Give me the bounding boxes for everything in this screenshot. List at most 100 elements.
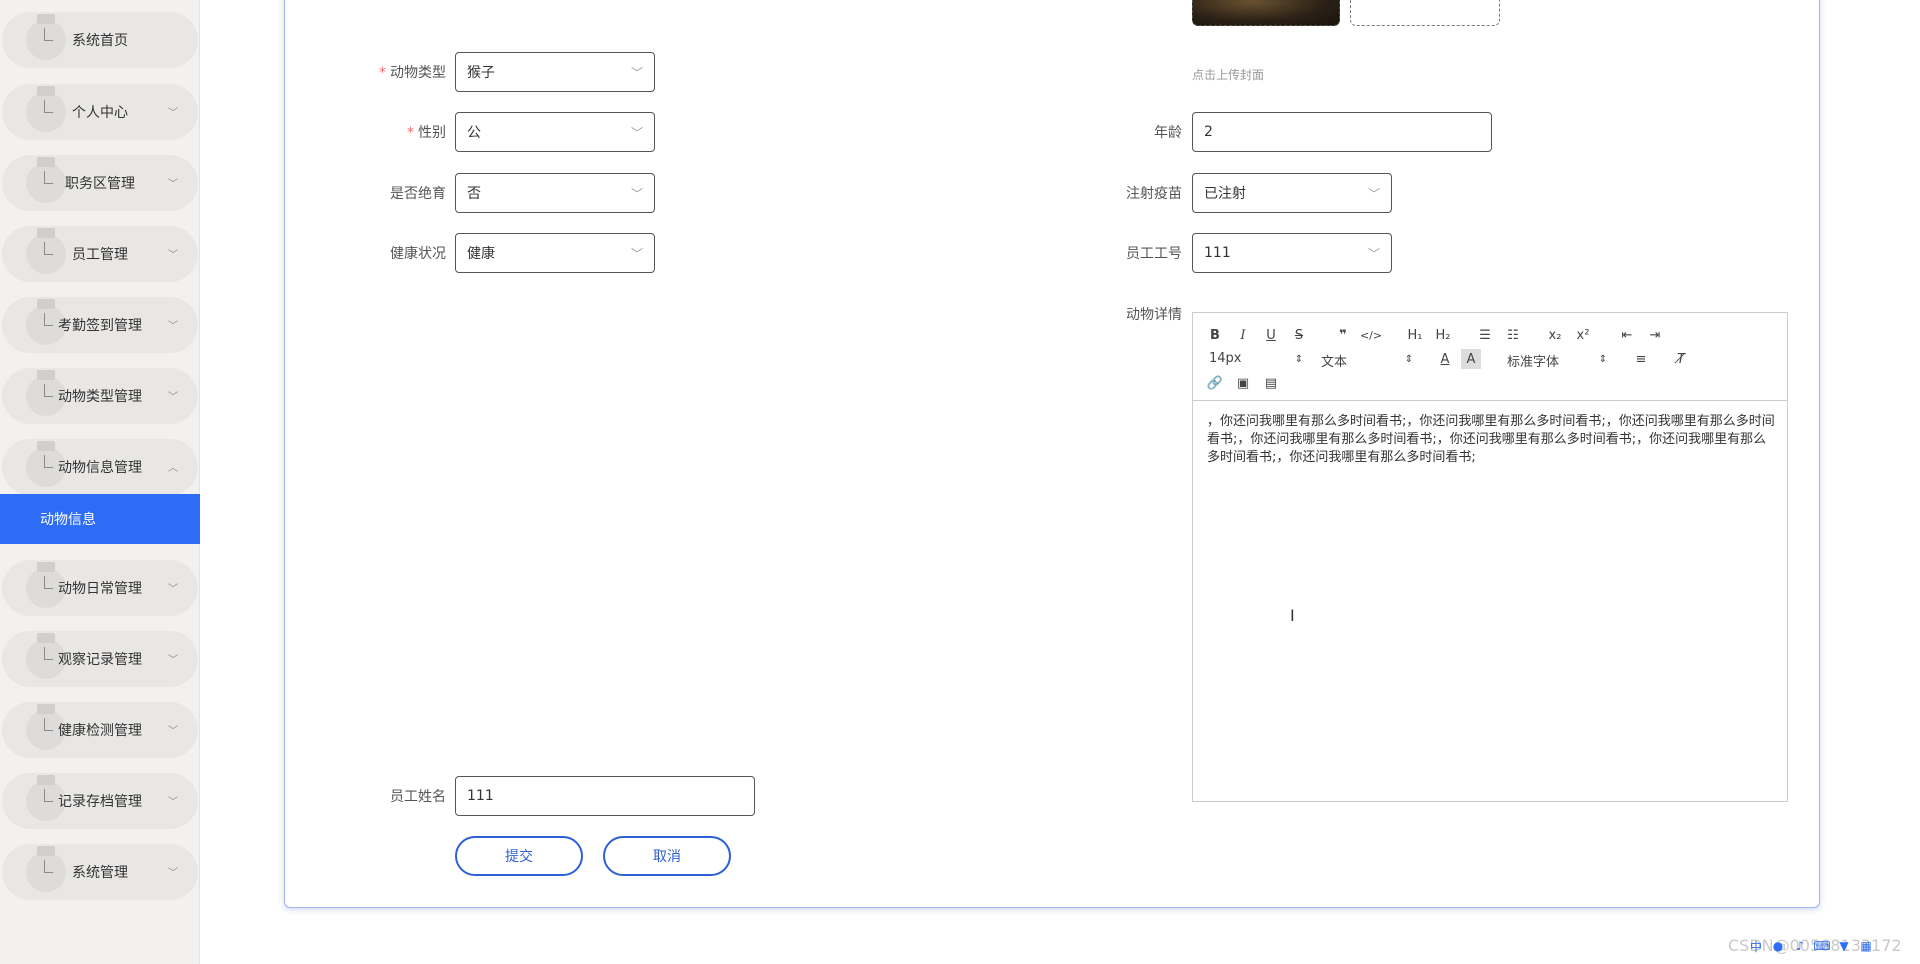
chevron-down-icon: ﹀: [168, 583, 178, 595]
required-mark: *: [407, 125, 414, 141]
age-label: 年龄: [1154, 125, 1182, 141]
chevron-down-icon: ﹀: [168, 249, 178, 261]
sidebar-item-animal-daily[interactable]: 动物日常管理 ﹀: [2, 560, 198, 616]
blockquote-icon[interactable]: ❞: [1333, 325, 1353, 345]
required-mark: *: [379, 65, 386, 81]
font-size-select[interactable]: 14px: [1209, 351, 1242, 366]
cover-image-thumbnail[interactable]: [1192, 0, 1340, 26]
keyboard-icon[interactable]: ⌨: [1813, 938, 1830, 954]
ime-icon[interactable]: 中: [1748, 938, 1764, 954]
chevron-down-icon: ﹀: [630, 186, 643, 201]
image-icon[interactable]: ▣: [1233, 373, 1253, 393]
chevron-down-icon: ﹀: [630, 246, 643, 261]
clear-format-icon[interactable]: T̸: [1671, 349, 1691, 369]
heading-2-icon[interactable]: H₂: [1431, 325, 1455, 345]
subscript-icon[interactable]: x₂: [1545, 325, 1565, 345]
updown-icon: ⇕: [1404, 353, 1414, 365]
strikethrough-icon[interactable]: S: [1289, 325, 1309, 345]
bullet-list-icon[interactable]: ☷: [1503, 325, 1523, 345]
sidebar-item-health-check[interactable]: 健康检测管理 ﹀: [2, 702, 198, 758]
vaccine-value: 已注射: [1204, 186, 1246, 202]
shirt-icon[interactable]: ▼: [1836, 938, 1852, 954]
italic-icon[interactable]: I: [1233, 325, 1253, 345]
gender-select[interactable]: 公 ﹀: [455, 112, 655, 152]
video-icon[interactable]: ▤: [1261, 373, 1281, 393]
chevron-down-icon: ﹀: [168, 320, 178, 332]
sidebar-subitem-animal-info[interactable]: 动物信息: [0, 494, 200, 544]
animal-type-label: * 动物类型: [379, 65, 446, 81]
vaccine-select[interactable]: 已注射 ﹀: [1192, 173, 1392, 213]
outdent-icon[interactable]: ⇤: [1617, 325, 1637, 345]
sidebar-item-home[interactable]: 系统首页: [2, 12, 198, 68]
employee-name-label: 员工姓名: [390, 789, 446, 805]
sidebar-item-animal-info[interactable]: 动物信息管理 ︿: [2, 439, 198, 495]
indent-icon[interactable]: ⇥: [1645, 325, 1665, 345]
font-color-icon[interactable]: A: [1435, 349, 1455, 369]
chevron-down-icon: ﹀: [168, 867, 178, 879]
chevron-down-icon: ﹀: [168, 178, 178, 190]
employee-id-value: 111: [1204, 245, 1231, 261]
chevron-down-icon: ﹀: [168, 796, 178, 808]
vaccine-label: 注射疫苗: [1126, 186, 1182, 202]
health-value: 健康: [467, 246, 495, 262]
sidebar-item-attendance[interactable]: 考勤签到管理 ﹀: [2, 297, 198, 353]
ordered-list-icon[interactable]: ☰: [1475, 325, 1495, 345]
grid-icon[interactable]: ▦: [1858, 938, 1874, 954]
chevron-up-icon: ︿: [168, 462, 178, 474]
updown-icon: ⇕: [1294, 353, 1304, 365]
sidebar-item-position-area[interactable]: 职务区管理 ﹀: [2, 155, 198, 211]
superscript-icon[interactable]: x²: [1573, 325, 1593, 345]
chevron-down-icon: ﹀: [168, 391, 178, 403]
submit-button[interactable]: 提交: [455, 836, 583, 876]
chevron-down-icon: ﹀: [1367, 186, 1380, 201]
updown-icon: ⇕: [1598, 353, 1608, 365]
upload-hint: 点击上传封面: [1192, 68, 1265, 82]
employee-id-select[interactable]: 111 ﹀: [1192, 233, 1392, 273]
sidebar-item-label: 系统首页: [72, 33, 128, 49]
sidebar-item-archive[interactable]: 记录存档管理 ﹀: [2, 773, 198, 829]
underline-icon[interactable]: U: [1261, 325, 1281, 345]
align-icon[interactable]: ≡: [1631, 349, 1651, 369]
age-input[interactable]: 2: [1192, 112, 1492, 152]
bold-icon[interactable]: B: [1205, 325, 1225, 345]
animal-type-value: 猴子: [467, 65, 495, 81]
chevron-down-icon: ﹀: [630, 125, 643, 140]
background-color-icon[interactable]: A: [1461, 349, 1481, 369]
chevron-down-icon: ﹀: [168, 725, 178, 737]
details-label: 动物详情: [1126, 307, 1182, 323]
gender-value: 公: [467, 125, 481, 141]
employee-id-label: 员工工号: [1126, 246, 1182, 262]
gender-label: * 性别: [407, 125, 446, 141]
link-icon[interactable]: 🔗: [1205, 373, 1225, 393]
health-label: 健康状况: [390, 246, 446, 262]
chevron-down-icon: ﹀: [168, 654, 178, 666]
sidebar-item-employee[interactable]: 员工管理 ﹀: [2, 226, 198, 282]
sidebar-item-personal-center[interactable]: 个人中心 ﹀: [2, 84, 198, 140]
employee-name-input[interactable]: 111: [455, 776, 755, 816]
sterilized-label: 是否绝育: [390, 186, 446, 202]
text-cursor-icon: I: [1290, 606, 1295, 625]
sterilized-value: 否: [467, 186, 481, 202]
sidebar-item-animal-type[interactable]: 动物类型管理 ﹀: [2, 368, 198, 424]
sidebar: 系统首页 个人中心 ﹀ 职务区管理 ﹀ 员工管理 ﹀ 考勤签到管理 ﹀ 动物类型…: [0, 0, 200, 964]
health-select[interactable]: 健康 ﹀: [455, 233, 655, 273]
sterilized-select[interactable]: 否 ﹀: [455, 173, 655, 213]
chevron-down-icon: ﹀: [630, 65, 643, 80]
heading-1-icon[interactable]: H₁: [1403, 325, 1427, 345]
sidebar-item-observation[interactable]: 观察记录管理 ﹀: [2, 631, 198, 687]
block-type-select[interactable]: 文本: [1321, 351, 1347, 370]
editor-toolbar: B I U S ❞ </> H₁ H₂ ☰ ☷ x₂ x² ⇤ ⇥ 14px ⇕…: [1193, 313, 1787, 401]
cancel-button[interactable]: 取消: [603, 836, 731, 876]
tray-icons: 中 ● ♪ ⌨ ▼ ▦: [1748, 938, 1874, 954]
mic-icon[interactable]: ♪: [1792, 938, 1808, 954]
dot-icon[interactable]: ●: [1770, 938, 1786, 954]
chevron-down-icon: ﹀: [1367, 246, 1380, 261]
editor-content[interactable]: ，你还问我哪里有那么多时间看书;，你还问我哪里有那么多时间看书;，你还问我哪里有…: [1207, 413, 1777, 467]
rich-text-editor[interactable]: B I U S ❞ </> H₁ H₂ ☰ ☷ x₂ x² ⇤ ⇥ 14px ⇕…: [1192, 312, 1788, 802]
sidebar-item-system[interactable]: 系统管理 ﹀: [2, 844, 198, 900]
chevron-down-icon: ﹀: [168, 107, 178, 119]
code-block-icon[interactable]: </>: [1360, 325, 1382, 345]
font-family-select[interactable]: 标准字体: [1507, 351, 1559, 370]
cover-upload-box[interactable]: [1350, 0, 1500, 26]
animal-type-select[interactable]: 猴子 ﹀: [455, 52, 655, 92]
